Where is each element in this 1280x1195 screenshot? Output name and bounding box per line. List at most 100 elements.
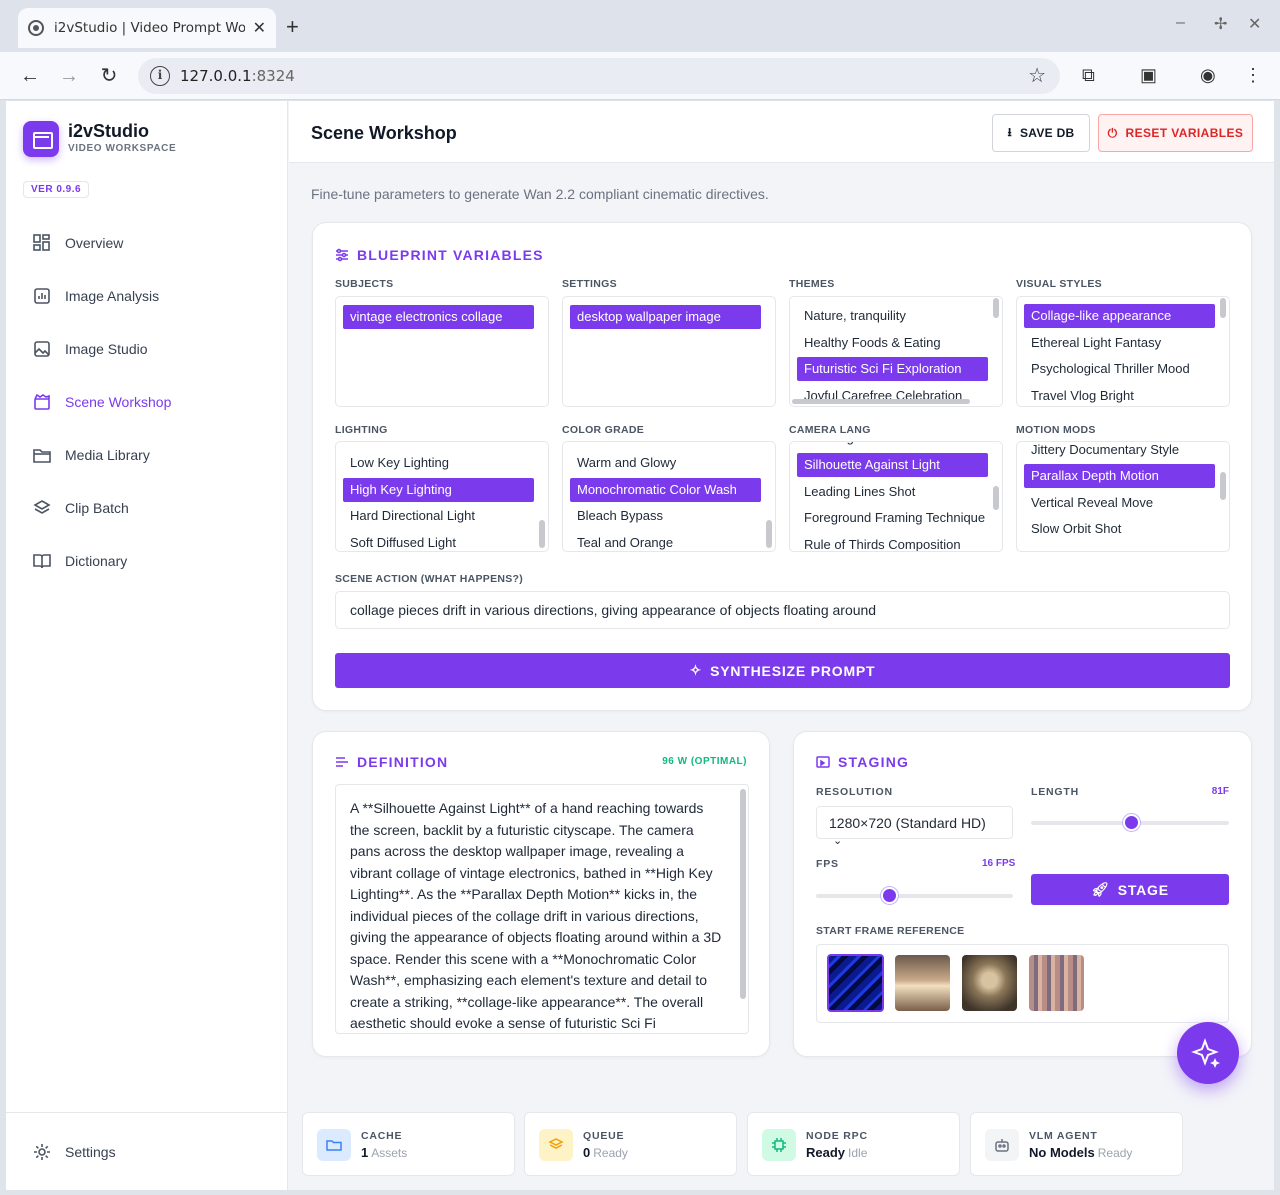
list-option[interactable]: Travel Vlog Bright: [1024, 384, 1215, 406]
list-option[interactable]: Bleach Bypass: [570, 504, 761, 528]
back-icon[interactable]: ←: [18, 64, 42, 88]
list-option[interactable]: Futuristic Sci Fi Exploration: [797, 357, 988, 381]
sidebar-item-dictionary[interactable]: Dictionary: [32, 549, 127, 573]
frame-thumbnail[interactable]: [962, 955, 1017, 1011]
list-option[interactable]: Jittery Documentary Style: [1024, 442, 1215, 462]
scrollbar[interactable]: [993, 298, 999, 318]
subjects-list[interactable]: vintage electronics collage: [335, 296, 549, 407]
scene-action-input[interactable]: collage pieces drift in various directio…: [335, 591, 1230, 629]
reload-icon[interactable]: ↻: [97, 64, 121, 88]
list-option[interactable]: High Key Lighting: [343, 478, 534, 502]
sidebar-item-label: Scene Workshop: [65, 394, 172, 410]
stage-button[interactable]: 🚀︎ STAGE: [1031, 874, 1229, 905]
frame-thumbnail[interactable]: [1029, 955, 1084, 1011]
browser-tab[interactable]: i2vStudio | Video Prompt Wor ✕: [18, 8, 276, 48]
scrollbar[interactable]: [1220, 298, 1226, 318]
list-option[interactable]: Foreground Framing Technique: [797, 506, 988, 530]
scrollbar[interactable]: [993, 486, 999, 510]
list-option[interactable]: Healthy Foods & Eating: [797, 331, 988, 355]
profile-icon[interactable]: ◉: [1200, 65, 1216, 86]
download-icon: ⭳: [1007, 124, 1012, 139]
list-option[interactable]: Psychological Thriller Mood: [1024, 357, 1215, 381]
sidebar-item-media-library[interactable]: Media Library: [32, 443, 150, 467]
settings-list[interactable]: desktop wallpaper image: [562, 296, 776, 407]
status-label: QUEUE: [583, 1130, 625, 1142]
list-option[interactable]: Leading Lines Shot: [797, 480, 988, 504]
reset-variables-button[interactable]: ⏻ RESET VARIABLES: [1098, 114, 1253, 152]
scrollbar[interactable]: [766, 520, 772, 548]
list-option[interactable]: Monochromatic Color Wash: [570, 478, 761, 502]
list-option[interactable]: Low Key Lighting: [343, 451, 534, 475]
slider-handle[interactable]: [1123, 814, 1141, 831]
fps-slider[interactable]: [816, 887, 1013, 904]
close-window-icon[interactable]: ✕: [1248, 14, 1261, 34]
horizontal-scrollbar[interactable]: [792, 399, 970, 404]
list-option[interactable]: Teal and Orange: [570, 531, 761, 551]
list-option[interactable]: Collage-like appearance: [1024, 304, 1215, 328]
resolution-select[interactable]: 1280×720 (Standard HD) ⌄: [816, 806, 1013, 847]
minimize-icon[interactable]: –: [1176, 14, 1185, 32]
sidebar-item-clip-batch[interactable]: Clip Batch: [32, 496, 129, 520]
info-icon[interactable]: i: [150, 66, 170, 86]
scrollbar[interactable]: [1220, 472, 1226, 500]
sidebar-item-overview[interactable]: Overview: [32, 231, 123, 255]
scene-action-label: SCENE ACTION (WHAT HAPPENS?): [335, 573, 524, 585]
layers-icon: [32, 498, 52, 518]
synthesize-prompt-button[interactable]: ✧ SYNTHESIZE PROMPT: [335, 653, 1230, 688]
book-icon: [32, 551, 52, 571]
sidebar-item-scene-workshop[interactable]: Scene Workshop: [32, 390, 171, 414]
frame-thumbnail[interactable]: [895, 955, 950, 1011]
camera-lang-list[interactable]: Low Angle Power Silhouette Against Light…: [789, 441, 1003, 552]
globe-icon: [28, 20, 44, 36]
color-grade-list[interactable]: Warm and Glowy Monochromatic Color Wash …: [562, 441, 776, 552]
list-option[interactable]: desktop wallpaper image: [570, 305, 761, 329]
bookmark-star-icon[interactable]: ☆: [1028, 63, 1046, 88]
definition-textarea[interactable]: A **Silhouette Against Light** of a hand…: [335, 784, 749, 1034]
tab-search-icon[interactable]: ▣: [1140, 65, 1157, 86]
motion-mods-list[interactable]: Jittery Documentary Style Parallax Depth…: [1016, 441, 1230, 552]
sidebar-item-image-analysis[interactable]: Image Analysis: [32, 284, 159, 308]
menu-icon[interactable]: ⋮: [1244, 65, 1262, 86]
list-option[interactable]: Hard Directional Light: [343, 504, 534, 528]
staging-card: STAGING RESOLUTION 1280×720 (Standard HD…: [793, 731, 1252, 1057]
extensions-icon[interactable]: ⧉: [1082, 65, 1095, 86]
brand-subtitle: VIDEO WORKSPACE: [68, 143, 177, 154]
list-option[interactable]: Low Angle Power: [797, 442, 988, 450]
list-option[interactable]: Slow Orbit Shot: [1024, 517, 1215, 541]
list-option[interactable]: Rule of Thirds Composition: [797, 533, 988, 551]
slider-handle[interactable]: [881, 887, 899, 904]
scrollbar[interactable]: [539, 520, 545, 548]
ai-assistant-button[interactable]: [1177, 1022, 1239, 1084]
list-option[interactable]: Silhouette Against Light: [797, 453, 988, 477]
new-tab-icon[interactable]: +: [286, 14, 299, 40]
themes-list[interactable]: Nature, tranquility Healthy Foods & Eati…: [789, 296, 1003, 407]
length-slider[interactable]: [1031, 814, 1229, 831]
folder-icon: [32, 445, 52, 465]
page-title: Scene Workshop: [311, 123, 457, 143]
settings-label: SETTINGS: [562, 278, 617, 290]
list-option[interactable]: Vertical Reveal Move: [1024, 491, 1215, 515]
rocket-icon: 🚀︎: [1091, 881, 1110, 897]
list-option[interactable]: vintage electronics collage: [343, 305, 534, 329]
lighting-list[interactable]: Low Key Lighting High Key Lighting Hard …: [335, 441, 549, 552]
scrollbar[interactable]: [740, 789, 746, 999]
frame-thumbnail[interactable]: [827, 954, 884, 1012]
visual-styles-list[interactable]: Collage-like appearance Ethereal Light F…: [1016, 296, 1230, 407]
list-option[interactable]: Warm and Glowy: [570, 451, 761, 475]
browser-tab-strip: i2vStudio | Video Prompt Wor ✕ + – ✢ ✕: [0, 0, 1280, 52]
list-option[interactable]: Nature, tranquility: [797, 304, 988, 328]
sidebar-item-image-studio[interactable]: Image Studio: [32, 337, 148, 361]
list-option[interactable]: Soft Diffused Light: [343, 531, 534, 551]
start-frame-gallery: [816, 944, 1229, 1023]
forward-icon[interactable]: →: [57, 64, 81, 88]
themes-label: THEMES: [789, 278, 835, 290]
sidebar-footer: Settings: [6, 1112, 288, 1160]
maximize-icon[interactable]: ✢: [1214, 14, 1227, 34]
address-bar[interactable]: i 127.0.0.1:8324 ☆: [138, 58, 1060, 94]
sidebar-item-settings[interactable]: Settings: [32, 1140, 116, 1164]
list-option[interactable]: Ethereal Light Fantasy: [1024, 331, 1215, 355]
save-db-button[interactable]: ⭳ SAVE DB: [992, 114, 1090, 152]
stack-icon: [539, 1129, 573, 1161]
close-tab-icon[interactable]: ✕: [253, 18, 266, 38]
list-option[interactable]: Parallax Depth Motion: [1024, 464, 1215, 488]
